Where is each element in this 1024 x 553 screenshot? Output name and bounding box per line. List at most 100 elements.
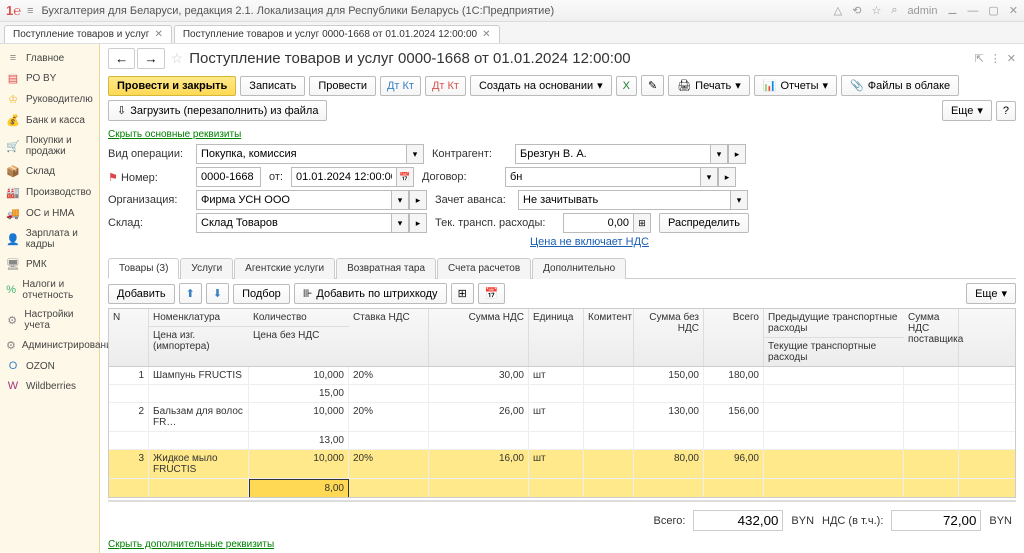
col-nds-sum[interactable]: Сумма НДС bbox=[429, 309, 529, 366]
sidebar-item[interactable]: OOZON bbox=[0, 356, 99, 376]
tab-close-icon[interactable]: ✕ bbox=[482, 29, 490, 40]
post-button[interactable]: Провести bbox=[309, 76, 376, 96]
sidebar-item[interactable]: ▤РО BY bbox=[0, 68, 99, 89]
cell-rate[interactable]: 20% bbox=[349, 403, 429, 431]
col-cur-transp[interactable]: Текущие транспортные расходы bbox=[764, 337, 904, 366]
open-icon[interactable]: ▸ bbox=[718, 167, 736, 187]
cell-total[interactable]: 96,00 bbox=[704, 450, 764, 478]
search-icon[interactable]: ⌕ bbox=[891, 4, 897, 17]
cell-nds-supp[interactable] bbox=[904, 450, 959, 478]
dt-kt-button[interactable]: Дт Кт bbox=[380, 76, 421, 96]
sidebar-item[interactable]: 🖥РМК bbox=[0, 254, 99, 275]
cell-price[interactable]: 8,00 bbox=[249, 479, 349, 497]
table-icon-2[interactable]: 📅 bbox=[478, 283, 506, 304]
sidebar-item[interactable]: WWildberries bbox=[0, 376, 99, 396]
doc-tab-list[interactable]: Поступление товаров и услуг ✕ bbox=[4, 25, 172, 43]
col-price-no-nds[interactable]: Цена без НДС bbox=[249, 326, 349, 344]
help-button[interactable]: ? bbox=[996, 101, 1016, 121]
cell-price[interactable]: 15,00 bbox=[249, 385, 349, 402]
advance-select[interactable] bbox=[518, 190, 730, 210]
sidebar-item[interactable]: 🚚ОС и НМА bbox=[0, 203, 99, 224]
col-unit[interactable]: Единица bbox=[529, 309, 584, 366]
add-row-button[interactable]: Добавить bbox=[108, 284, 175, 304]
sidebar-item[interactable]: ≡Главное bbox=[0, 48, 99, 68]
col-nomenclature[interactable]: Номенклатура bbox=[149, 309, 249, 326]
dt-kt-alt-button[interactable]: Дт Кт bbox=[425, 76, 466, 96]
table-row[interactable]: 3 Жидкое мыло FRUCTIS 10,000 20% 16,00 ш… bbox=[109, 450, 1015, 479]
nds-note-link[interactable]: Цена не включает НДС bbox=[530, 236, 649, 248]
calendar-icon[interactable]: 📅 bbox=[396, 167, 414, 187]
cell-sum-no-nds[interactable]: 150,00 bbox=[634, 367, 704, 384]
cell-total[interactable]: 156,00 bbox=[704, 403, 764, 431]
print-button[interactable]: 🖨 Печать ▾ bbox=[668, 75, 750, 96]
reports-button[interactable]: 📊 Отчеты ▾ bbox=[754, 75, 837, 96]
cell-unit[interactable]: шт bbox=[529, 450, 584, 478]
edit-icon[interactable]: ✎ bbox=[641, 75, 664, 96]
sidebar-item[interactable]: 🏭Производство bbox=[0, 182, 99, 203]
close-form-icon[interactable]: ✕ bbox=[1007, 52, 1016, 65]
store-input[interactable] bbox=[196, 213, 391, 233]
open-icon[interactable]: ▸ bbox=[728, 144, 746, 164]
cell-qty[interactable]: 10,000 bbox=[249, 450, 349, 478]
dropdown-icon[interactable]: ▾ bbox=[730, 190, 748, 210]
col-nds-supplier[interactable]: Сумма НДС поставщика bbox=[904, 309, 959, 366]
col-total[interactable]: Всего bbox=[704, 309, 764, 366]
create-based-button[interactable]: Создать на основании ▾ bbox=[470, 75, 612, 96]
col-komitent[interactable]: Комитент bbox=[584, 309, 634, 366]
cell-prev-transp[interactable] bbox=[764, 367, 904, 384]
section-tab[interactable]: Услуги bbox=[180, 258, 233, 279]
cell-sum-no-nds[interactable]: 80,00 bbox=[634, 450, 704, 478]
section-tab[interactable]: Возвратная тара bbox=[336, 258, 436, 279]
cell-price[interactable]: 13,00 bbox=[249, 432, 349, 449]
dropdown-icon[interactable]: ▾ bbox=[710, 144, 728, 164]
col-nds-rate[interactable]: Ставка НДС bbox=[349, 309, 429, 366]
dropdown-icon[interactable]: ▾ bbox=[406, 144, 424, 164]
cell-nds-supp[interactable] bbox=[904, 367, 959, 384]
cell-qty[interactable]: 10,000 bbox=[249, 367, 349, 384]
cell-unit[interactable]: шт bbox=[529, 403, 584, 431]
favorite-icon[interactable]: ☆ bbox=[871, 4, 881, 17]
sidebar-item[interactable]: ⚙Настройки учета bbox=[0, 305, 99, 335]
oper-type-select[interactable] bbox=[196, 144, 406, 164]
history-icon[interactable]: ⟲ bbox=[852, 4, 861, 17]
menu-icon[interactable]: ≡ bbox=[27, 5, 33, 17]
col-quantity[interactable]: Количество bbox=[249, 309, 349, 326]
calc-icon[interactable]: ⊞ bbox=[633, 213, 651, 233]
table-row[interactable]: 1 Шампунь FRUCTIS 10,000 20% 30,00 шт 15… bbox=[109, 367, 1015, 385]
col-sum-no-nds[interactable]: Сумма без НДС bbox=[634, 309, 704, 366]
post-and-close-button[interactable]: Провести и закрыть bbox=[108, 76, 236, 96]
hide-extra-link[interactable]: Скрыть дополнительные реквизиты bbox=[100, 537, 1024, 552]
dropdown-icon[interactable]: ▾ bbox=[391, 213, 409, 233]
nav-forward-button[interactable]: → bbox=[137, 48, 164, 69]
cell-nomenclature[interactable]: Шампунь FRUCTIS bbox=[149, 367, 249, 384]
cell-total[interactable]: 180,00 bbox=[704, 367, 764, 384]
cloud-files-button[interactable]: 📎 Файлы в облаке bbox=[841, 75, 959, 96]
sidebar-item[interactable]: ♔Руководителю bbox=[0, 89, 99, 110]
maximize-icon[interactable]: ▢ bbox=[988, 4, 998, 17]
cell-sum-no-nds[interactable]: 130,00 bbox=[634, 403, 704, 431]
more-button[interactable]: Еще ▾ bbox=[942, 100, 992, 121]
cell-nds-supp[interactable] bbox=[904, 403, 959, 431]
table-row-sub[interactable]: 13,00 bbox=[109, 432, 1015, 450]
nav-back-button[interactable]: ← bbox=[108, 48, 135, 69]
sidebar-item[interactable]: 📦Склад bbox=[0, 161, 99, 182]
number-input[interactable] bbox=[196, 167, 261, 187]
save-button[interactable]: Записать bbox=[240, 76, 305, 96]
section-tab[interactable]: Товары (3) bbox=[108, 258, 179, 279]
sidebar-item[interactable]: 💰Банк и касса bbox=[0, 110, 99, 131]
cell-komitent[interactable] bbox=[584, 367, 634, 384]
link-icon[interactable]: ⇱ bbox=[975, 52, 984, 65]
table-row-sub[interactable]: 8,00 bbox=[109, 479, 1015, 497]
section-tab[interactable]: Счета расчетов bbox=[437, 258, 531, 279]
cell-nomenclature[interactable]: Бальзам для волос FR… bbox=[149, 403, 249, 431]
sidebar-item[interactable]: %Налоги и отчетность bbox=[0, 275, 99, 305]
cell-nds-sum[interactable]: 16,00 bbox=[429, 450, 529, 478]
table-icon-1[interactable]: ⊞ bbox=[451, 283, 474, 304]
cell-rate[interactable]: 20% bbox=[349, 367, 429, 384]
pick-button[interactable]: Подбор bbox=[233, 284, 290, 304]
org-input[interactable] bbox=[196, 190, 391, 210]
notify-icon[interactable]: △ bbox=[834, 4, 842, 17]
table-row-sub[interactable]: 15,00 bbox=[109, 385, 1015, 403]
section-tab[interactable]: Агентские услуги bbox=[234, 258, 335, 279]
doc-tab-current[interactable]: Поступление товаров и услуг 0000-1668 от… bbox=[174, 25, 500, 43]
